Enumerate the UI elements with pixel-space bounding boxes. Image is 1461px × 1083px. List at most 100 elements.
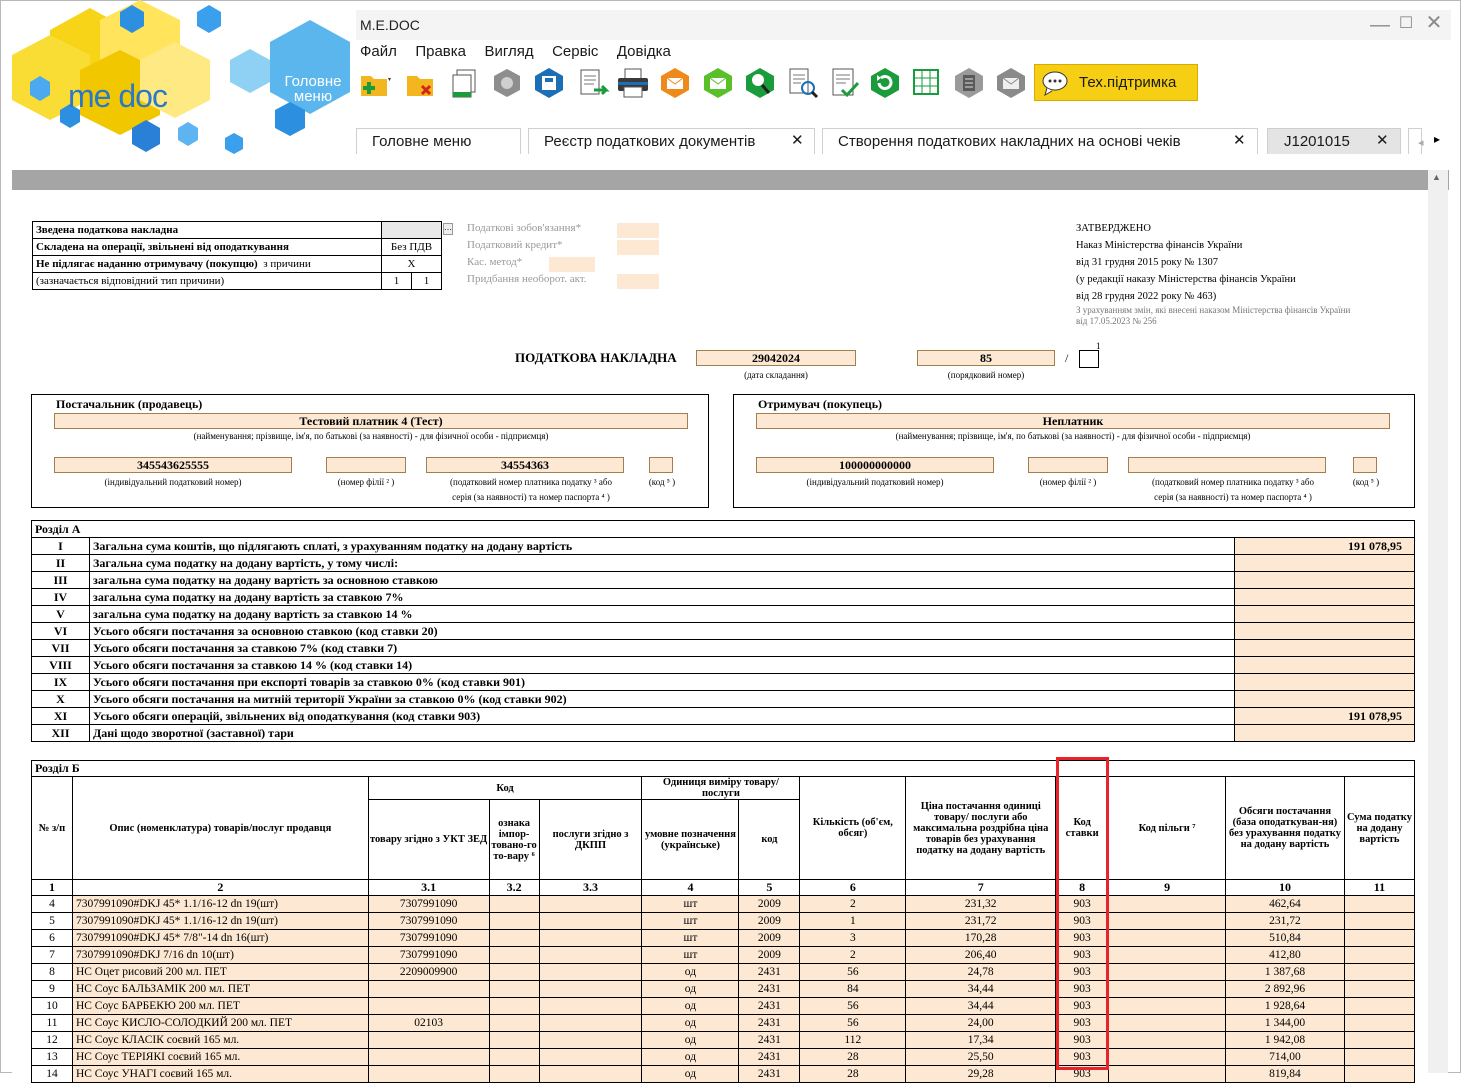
cell-ukt[interactable] <box>367 1048 490 1066</box>
flag-not-provided-value[interactable]: X <box>381 255 442 273</box>
cell-benefit[interactable] <box>1108 980 1227 998</box>
receive-email-icon[interactable] <box>701 66 735 100</box>
save-icon[interactable] <box>532 66 566 100</box>
cell-ukt[interactable]: 02103 <box>367 1014 490 1032</box>
cell-price[interactable]: 17,34 <box>905 1031 1057 1049</box>
cell-volume[interactable]: 1 344,00 <box>1225 1014 1345 1032</box>
cell-qty[interactable]: 84 <box>799 980 907 998</box>
cell-qty[interactable]: 56 <box>799 963 907 981</box>
cell-imported[interactable] <box>488 895 540 913</box>
cell-ukt[interactable]: 7307991090 <box>367 895 490 913</box>
cell-qty[interactable]: 1 <box>799 912 907 930</box>
cell-desc[interactable]: НС Соус КИСЛО-СОЛОДКИЙ 200 мл. ПЕТ <box>71 1014 369 1032</box>
buyer-name-field[interactable]: Неплатник <box>756 413 1390 429</box>
cell-imported[interactable] <box>488 980 540 998</box>
cell-qty[interactable]: 2 <box>799 895 907 913</box>
cell-vat[interactable] <box>1343 946 1416 964</box>
cell-desc[interactable]: НС Оцет рисовий 200 мл. ПЕТ <box>71 963 369 981</box>
cell-benefit[interactable] <box>1108 963 1227 981</box>
cell-vat[interactable] <box>1343 963 1416 981</box>
cell-desc[interactable]: 7307991090#DKJ 45* 1.1/16-12 dn 19(шт) <box>71 895 369 913</box>
buyer-taxno-field[interactable] <box>1128 457 1326 473</box>
cell-unit-code[interactable]: 2431 <box>738 980 801 998</box>
row-value[interactable] <box>1234 622 1415 640</box>
cell-unit[interactable]: од <box>641 980 740 998</box>
cell-ukt[interactable] <box>367 1065 490 1083</box>
seller-kod-field[interactable] <box>649 457 673 473</box>
cell-dkpp[interactable] <box>538 963 643 981</box>
cell-qty[interactable]: 3 <box>799 929 907 947</box>
cell-ukt[interactable]: 2209009900 <box>367 963 490 981</box>
cell-unit-code[interactable]: 2431 <box>738 1014 801 1032</box>
cell-unit-code[interactable]: 2431 <box>738 997 801 1015</box>
cell-ukt[interactable]: 7307991090 <box>367 946 490 964</box>
copy-document-icon[interactable] <box>448 66 482 100</box>
cell-unit[interactable]: од <box>641 1048 740 1066</box>
cell-dkpp[interactable] <box>538 929 643 947</box>
cell-desc[interactable]: НС Соус ТЕРІЯКІ соєвий 165 мл. <box>71 1048 369 1066</box>
cell-qty[interactable]: 112 <box>799 1031 907 1049</box>
refresh-icon[interactable] <box>868 66 902 100</box>
main-menu-button[interactable]: Головне меню <box>278 74 348 104</box>
number-suffix-field[interactable] <box>1079 350 1099 368</box>
cell-price[interactable]: 29,28 <box>905 1065 1057 1083</box>
number-field[interactable]: 85 <box>917 350 1055 366</box>
cell-unit-code[interactable]: 2009 <box>738 929 801 947</box>
minimize-icon[interactable]: — <box>1370 15 1390 36</box>
menu-service[interactable]: Сервіс <box>552 41 598 63</box>
cell-volume[interactable]: 231,72 <box>1225 912 1345 930</box>
cell-price[interactable]: 170,28 <box>905 929 1057 947</box>
send-email-icon[interactable] <box>658 66 692 100</box>
cell-volume[interactable]: 2 892,96 <box>1225 980 1345 998</box>
cell-unit[interactable]: од <box>641 997 740 1015</box>
row-value[interactable]: 191 078,95 <box>1234 707 1415 725</box>
cell-unit-code[interactable]: 2431 <box>738 1065 801 1083</box>
tab-scroll-right-icon[interactable]: ▸ <box>1434 132 1440 146</box>
cell-unit-code[interactable]: 2009 <box>738 946 801 964</box>
seller-ipn-field[interactable]: 345543625555 <box>54 457 292 473</box>
settings-cube-icon[interactable] <box>490 66 524 100</box>
cell-price[interactable]: 206,40 <box>905 946 1057 964</box>
cell-vat[interactable] <box>1343 1048 1416 1066</box>
cell-benefit[interactable] <box>1108 929 1227 947</box>
noncurrent-assets-field[interactable] <box>617 274 659 289</box>
tax-liabilities-field[interactable] <box>617 223 659 238</box>
cell-unit[interactable]: шт <box>641 895 740 913</box>
cell-imported[interactable] <box>488 997 540 1015</box>
cell-benefit[interactable] <box>1108 997 1227 1015</box>
cell-dkpp[interactable] <box>538 1048 643 1066</box>
table-row[interactable]: 12 НС Соус КЛАСІК соєвий 165 мл. од 2431 112… <box>31 1031 1416 1049</box>
cell-dkpp[interactable] <box>538 980 643 998</box>
envelope-icon[interactable] <box>994 66 1028 100</box>
cell-unit-code[interactable]: 2431 <box>738 1048 801 1066</box>
tab-close-icon[interactable]: ✕ <box>1376 131 1389 149</box>
table-row[interactable]: 6 7307991090#DKJ 45* 7/8"-14 dn 16(шт) 730… <box>31 929 1416 947</box>
row-value[interactable] <box>1234 690 1415 708</box>
cell-imported[interactable] <box>488 1048 540 1066</box>
cell-dkpp[interactable] <box>538 895 643 913</box>
tab-close-icon[interactable]: ✕ <box>791 131 804 149</box>
row-value[interactable] <box>1234 639 1415 657</box>
tab-close-icon[interactable]: ✕ <box>1233 131 1246 149</box>
tax-credit-field[interactable] <box>617 240 659 255</box>
row-value[interactable]: 191 078,95 <box>1234 537 1415 555</box>
cell-unit[interactable]: од <box>641 1065 740 1083</box>
cell-qty[interactable]: 28 <box>799 1048 907 1066</box>
cell-volume[interactable]: 1 928,64 <box>1225 997 1345 1015</box>
cell-unit[interactable]: од <box>641 1014 740 1032</box>
close-icon[interactable]: ✕ <box>1424 13 1444 34</box>
cell-price[interactable]: 24,78 <box>905 963 1057 981</box>
cell-ukt[interactable] <box>367 1031 490 1049</box>
row-value[interactable] <box>1234 605 1415 623</box>
table-row[interactable]: 11 НС Соус КИСЛО-СОЛОДКИЙ 200 мл. ПЕТ 0210… <box>31 1014 1416 1032</box>
cell-unit[interactable]: шт <box>641 929 740 947</box>
row-value[interactable] <box>1234 588 1415 606</box>
spreadsheet-icon[interactable] <box>910 66 944 100</box>
dropdown-icon[interactable]: … <box>443 223 453 235</box>
date-field[interactable]: 29042024 <box>696 350 856 366</box>
cell-ukt[interactable] <box>367 997 490 1015</box>
reason-type-2[interactable]: 1 <box>411 272 442 290</box>
new-document-icon[interactable] <box>358 66 392 100</box>
cell-price[interactable]: 231,72 <box>905 912 1057 930</box>
table-row[interactable]: 13 НС Соус ТЕРІЯКІ соєвий 165 мл. од 2431 28… <box>31 1048 1416 1066</box>
